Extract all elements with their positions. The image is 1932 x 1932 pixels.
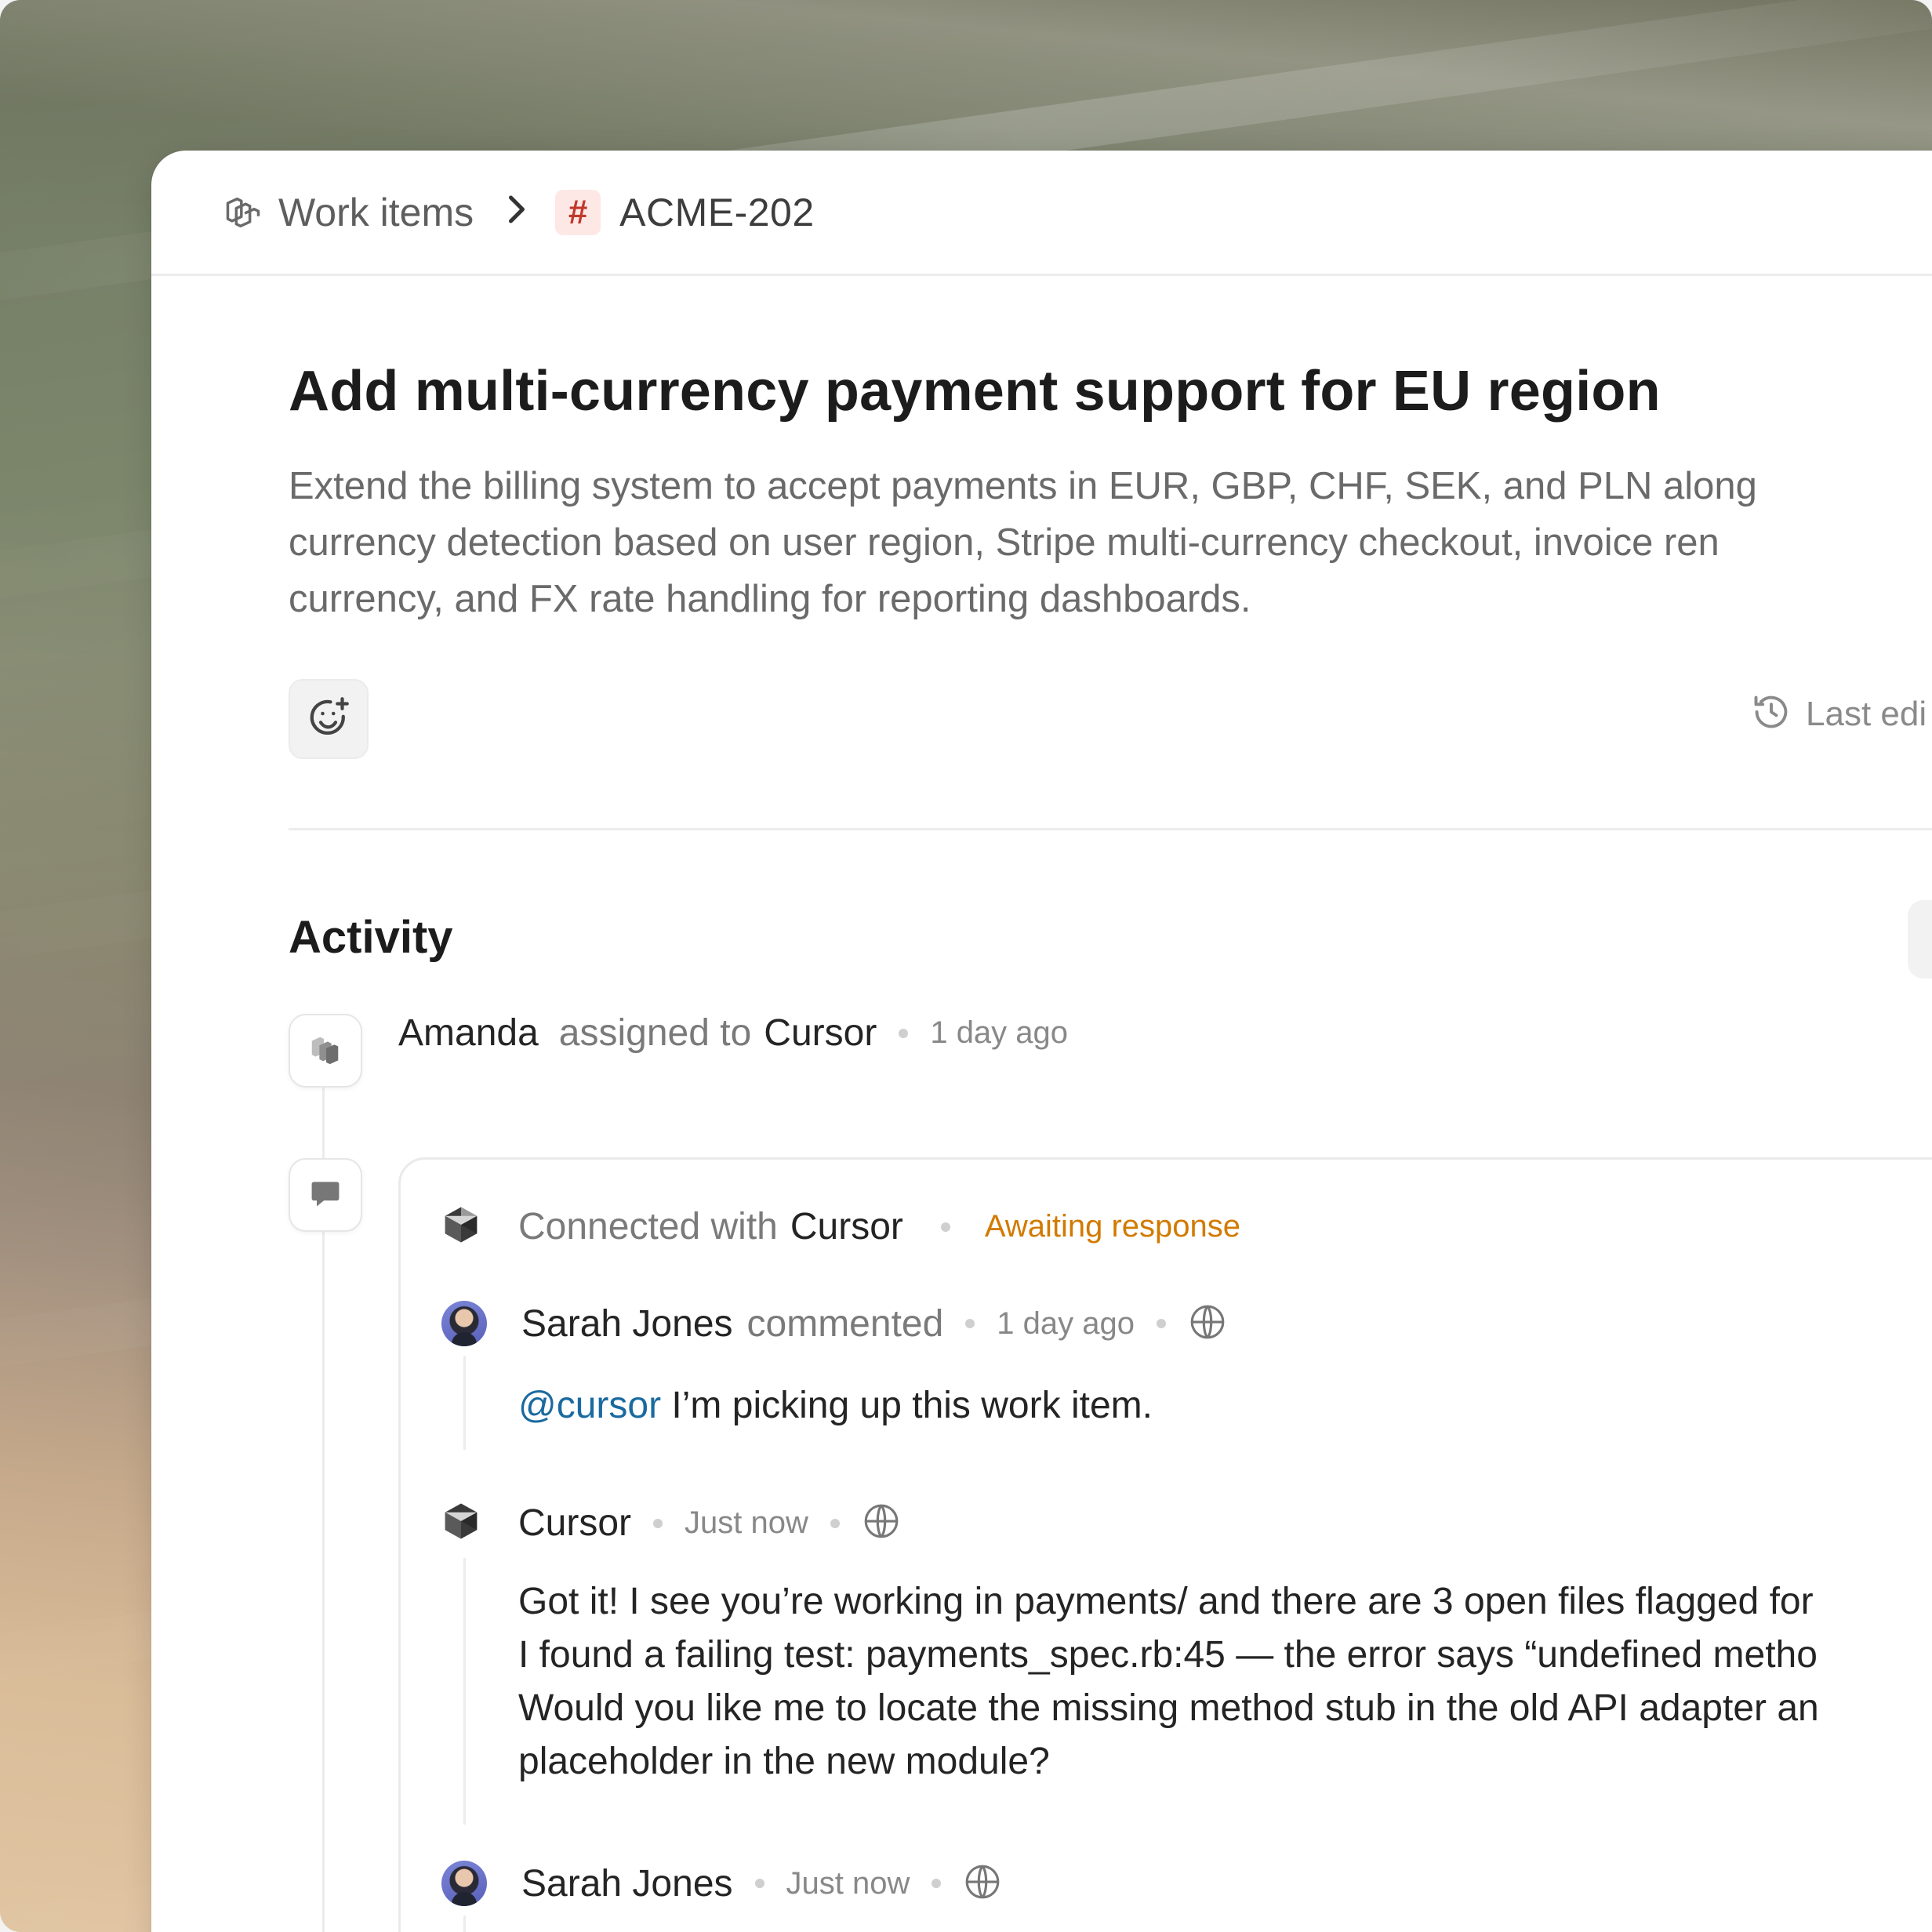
stack-icon bbox=[222, 191, 264, 234]
separator-dot bbox=[1157, 1319, 1166, 1328]
cursor-logo-icon bbox=[440, 1500, 482, 1546]
comment-line: Got it! I see you’re working in payments… bbox=[518, 1581, 1814, 1622]
assignment-event: Amanda assigned to Cursor 1 day ago bbox=[398, 1011, 1068, 1055]
comment-verb: commented bbox=[746, 1302, 944, 1345]
comment-event-icon bbox=[289, 1158, 362, 1232]
last-edited-text: Last edi bbox=[1806, 694, 1927, 733]
connected-label: Connected with bbox=[518, 1206, 778, 1247]
comment-thread: Connected with Cursor Awaiting response … bbox=[398, 1157, 1932, 1932]
connected-app[interactable]: Cursor bbox=[790, 1205, 903, 1248]
mention-link[interactable]: @cursor bbox=[518, 1385, 661, 1426]
comment-line: Would you like me to locate the missing … bbox=[518, 1687, 1819, 1729]
comment-header: Sarah Jones commented 1 day ago bbox=[441, 1301, 1227, 1346]
assignment-action: assigned to bbox=[558, 1012, 752, 1054]
activity-filter-button[interactable] bbox=[1908, 900, 1932, 979]
thread-line bbox=[463, 1356, 466, 1450]
comment-icon bbox=[308, 1176, 343, 1215]
separator-dot bbox=[940, 1222, 950, 1232]
globe-icon[interactable] bbox=[963, 1862, 1002, 1905]
breadcrumb-label: Work items bbox=[278, 190, 474, 234]
add-reaction-icon bbox=[305, 694, 352, 745]
assignee-name[interactable]: Cursor bbox=[764, 1011, 877, 1055]
add-reaction-button[interactable] bbox=[289, 679, 369, 759]
issue-id[interactable]: ACME-202 bbox=[619, 190, 815, 235]
issue-description[interactable]: Extend the billing system to accept paym… bbox=[289, 458, 1932, 627]
comment-line: placeholder in the new module? bbox=[518, 1741, 1050, 1782]
separator-dot bbox=[932, 1879, 942, 1888]
thread-line bbox=[463, 1558, 466, 1825]
work-item-panel: Work items # ACME-202 Add multi-currency… bbox=[151, 151, 1932, 1932]
description-line: currency detection based on user region,… bbox=[289, 521, 1720, 564]
thread-header: Connected with Cursor Awaiting response bbox=[440, 1204, 1240, 1250]
separator-dot bbox=[830, 1518, 840, 1528]
comment-time: Just now bbox=[685, 1505, 808, 1540]
comment-body: @cursor I’m picking up this work item. bbox=[518, 1379, 1153, 1433]
event-time: 1 day ago bbox=[930, 1015, 1069, 1050]
comment-text: I’m picking up this work item. bbox=[661, 1385, 1153, 1426]
breadcrumb: Work items # ACME-202 bbox=[151, 151, 1932, 276]
separator-dot bbox=[899, 1028, 909, 1038]
comment-author[interactable]: Sarah Jones bbox=[521, 1862, 733, 1905]
description-line: Extend the billing system to accept paym… bbox=[289, 465, 1757, 507]
comment-author[interactable]: Sarah Jones bbox=[521, 1302, 733, 1346]
globe-icon[interactable] bbox=[1188, 1302, 1227, 1346]
thread-line bbox=[463, 1916, 466, 1932]
actor-name[interactable]: Amanda bbox=[398, 1011, 539, 1055]
assignment-event-icon bbox=[289, 1014, 362, 1088]
avatar[interactable] bbox=[441, 1861, 487, 1906]
globe-icon[interactable] bbox=[862, 1502, 901, 1545]
comment-author[interactable]: Cursor bbox=[518, 1502, 631, 1545]
comment-line: I found a failing test: payments_spec.rb… bbox=[518, 1634, 1818, 1676]
breadcrumb-work-items[interactable]: Work items bbox=[222, 190, 474, 235]
status-badge: Awaiting response bbox=[984, 1209, 1241, 1244]
comment-body: Got it! I see you’re working in payments… bbox=[518, 1575, 1819, 1789]
history-icon bbox=[1751, 692, 1792, 736]
last-edited[interactable]: Last edi bbox=[1751, 692, 1927, 736]
separator-dot bbox=[653, 1518, 663, 1528]
activity-heading: Activity bbox=[289, 912, 453, 963]
separator-dot bbox=[754, 1879, 764, 1888]
description-line: currency, and FX rate handling for repor… bbox=[289, 578, 1251, 620]
chevron-right-icon bbox=[505, 191, 528, 234]
comment-header: Cursor Just now bbox=[440, 1500, 901, 1546]
separator-dot bbox=[965, 1319, 975, 1328]
stack-icon bbox=[307, 1031, 343, 1071]
hash-icon: # bbox=[555, 189, 601, 235]
divider bbox=[289, 828, 1932, 830]
comment-time: Just now bbox=[786, 1865, 910, 1901]
comment-header: Sarah Jones Just now bbox=[441, 1861, 1002, 1906]
comment-time: 1 day ago bbox=[997, 1306, 1135, 1341]
avatar[interactable] bbox=[441, 1301, 487, 1346]
cursor-logo-icon bbox=[440, 1204, 482, 1250]
issue-title[interactable]: Add multi-currency payment support for E… bbox=[289, 359, 1661, 423]
